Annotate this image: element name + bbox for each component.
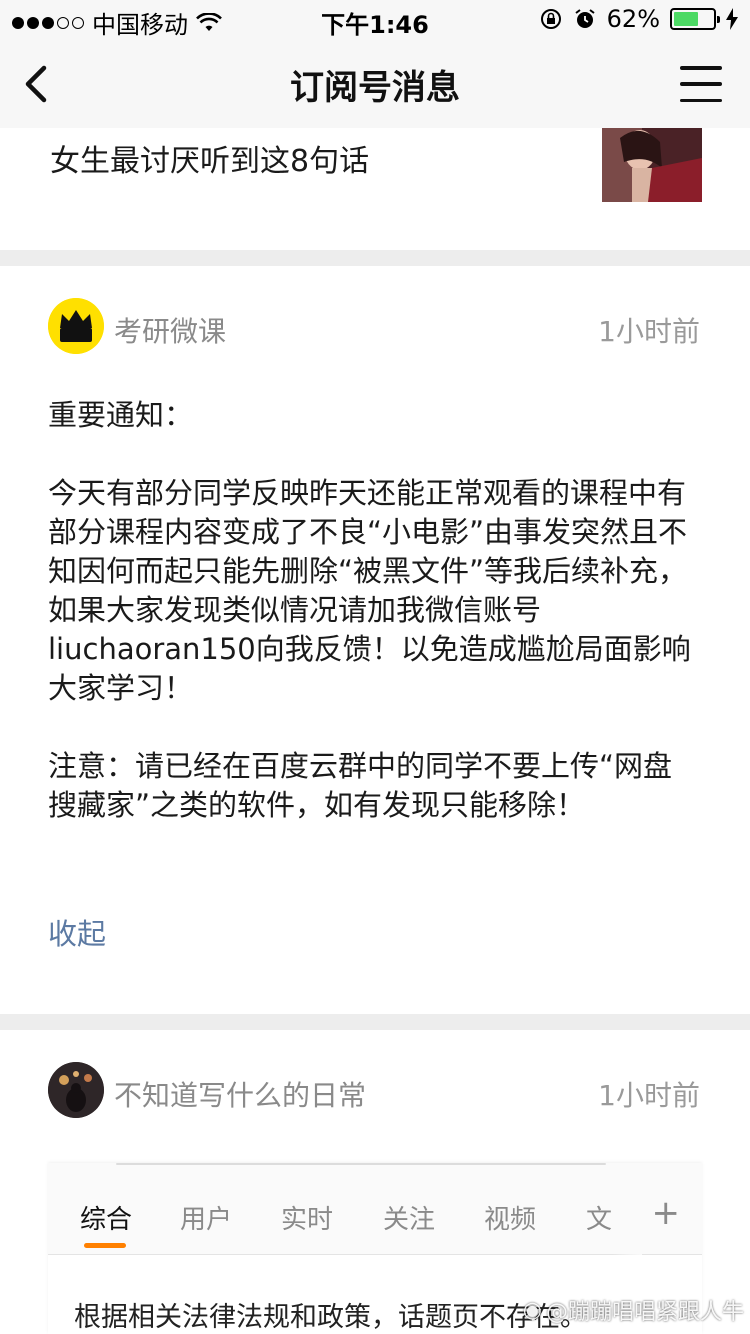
battery-level: [674, 12, 698, 26]
tab-video[interactable]: 视频: [484, 1199, 536, 1236]
hamburger-icon: [680, 66, 722, 70]
message-time: 1小时前: [598, 315, 700, 348]
message-heading: 重要通知：: [48, 398, 194, 432]
divider: [116, 1163, 606, 1165]
nav-bar: 订阅号消息: [0, 40, 750, 128]
article-thumbnail[interactable]: [602, 128, 702, 202]
portrait-photo-icon: [602, 128, 702, 202]
add-tab-icon[interactable]: +: [652, 1193, 681, 1233]
charging-bolt-icon: [726, 8, 738, 30]
account-avatar[interactable]: [48, 298, 104, 354]
message-body: 重要通知： 今天有部分同学反映昨天还能正常观看的课程中有部分课程内容变成了不良“…: [48, 396, 698, 825]
battery-percent: 62%: [606, 5, 660, 33]
collapse-link[interactable]: 收起: [48, 911, 106, 953]
crown-logo-icon: [48, 298, 104, 354]
status-bar: 中国移动 下午1:46 62%: [0, 0, 750, 40]
page-title: 订阅号消息: [290, 68, 460, 108]
tab-bar: 综合 用户 实时 关注 视频 文 +: [48, 1163, 702, 1255]
watermark-text: @蹦蹦唱唱紧跟人牛: [545, 1300, 744, 1325]
message-card: 考研微课 1小时前 重要通知： 今天有部分同学反映昨天还能正常观看的课程中有部分…: [0, 266, 750, 1014]
rotation-lock-icon: [540, 9, 561, 29]
tab-comprehensive[interactable]: 综合: [80, 1199, 132, 1236]
tab-realtime[interactable]: 实时: [281, 1199, 333, 1236]
embedded-notice-text: 根据相关法律法规和政策，话题页不存在。: [74, 1302, 587, 1333]
message-time: 1小时前: [598, 1079, 700, 1112]
tab-follow[interactable]: 关注: [383, 1199, 435, 1236]
alarm-icon: [575, 9, 595, 28]
night-scene-avatar-icon: [48, 1062, 104, 1118]
active-tab-indicator: [84, 1243, 126, 1248]
weibo-logo-icon: ◉: [522, 1297, 542, 1323]
menu-button[interactable]: [680, 66, 722, 102]
status-bar-right: 62%: [539, 5, 738, 33]
tab-users[interactable]: 用户: [180, 1199, 232, 1236]
message-paragraph: 今天有部分同学反映昨天还能正常观看的课程中有部分课程内容变成了不良“小电影”由事…: [48, 476, 691, 705]
tab-article[interactable]: 文: [586, 1199, 612, 1236]
message-card: 不知道写什么的日常 1小时前 综合 用户 实时 关注 视频 文 + 根据相关法律…: [0, 1030, 750, 1334]
account-avatar[interactable]: [48, 1062, 104, 1118]
article-card[interactable]: 女生最讨厌听到这8句话: [0, 128, 750, 250]
watermark: ◉ @蹦蹦唱唱紧跟人牛: [523, 1294, 744, 1326]
account-name[interactable]: 不知道写什么的日常: [114, 1074, 366, 1114]
message-note: 注意：请已经在百度云群中的同学不要上传“网盘搜藏家”之类的软件，如有发现只能移除…: [48, 749, 673, 822]
battery-icon: [670, 8, 720, 30]
account-name[interactable]: 考研微课: [114, 310, 226, 350]
article-title[interactable]: 女生最讨厌听到这8句话: [50, 136, 369, 180]
